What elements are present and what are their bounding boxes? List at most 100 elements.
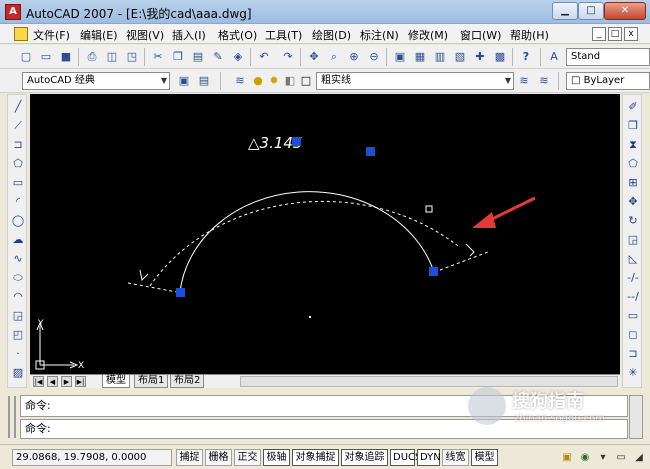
sheet-set-icon[interactable]: ▧ [452,49,468,65]
sun-icon[interactable]: ✹ [266,73,282,89]
explode-icon[interactable]: ✳ [625,365,641,381]
dimension-arc[interactable] [149,200,459,287]
autocad-app-icon[interactable]: A [5,4,21,20]
ellipse-icon[interactable]: ⬭ [10,270,26,286]
coordinate-display[interactable]: 29.0868, 19.7908, 0.0000 [12,449,172,466]
snap-button[interactable]: 捕捉 [176,449,203,466]
fillet-icon[interactable]: ⊐ [625,346,641,362]
undo-icon[interactable]: ↶ [256,49,272,65]
polyline-icon[interactable]: ⊐ [10,137,26,153]
doc-close-button[interactable]: x [624,27,638,41]
rotate-icon[interactable]: ↻ [625,213,641,229]
array-icon[interactable]: ⊞ [625,175,641,191]
otrack-button[interactable]: 对象追踪 [341,449,388,466]
last-tab-icon[interactable]: ▶| [75,376,86,387]
workspace-settings-icon[interactable]: ▣ [176,73,192,89]
cut-icon[interactable]: ✂ [150,49,166,65]
tab-layout1[interactable]: 布局1 [134,375,169,388]
dyn-button[interactable]: DYN [417,449,441,466]
save-icon[interactable]: ■ [58,49,74,65]
text-style-select[interactable]: Stand [566,48,650,66]
workspace-select[interactable]: AutoCAD 经典 ▼ [22,72,170,90]
mirror-icon[interactable]: ⧗ [625,137,641,153]
extension-line-right[interactable] [439,251,489,271]
grid-button[interactable]: 栅格 [205,449,232,466]
tool-palettes-icon[interactable]: ▥ [432,49,448,65]
new-file-icon[interactable]: ▢ [18,49,34,65]
markup-icon[interactable]: ✚ [472,49,488,65]
minimize-button[interactable]: ▁ [552,2,578,20]
calculator-icon[interactable]: ▩ [492,49,508,65]
document-icon[interactable] [14,27,28,41]
lock-icon[interactable]: ◧ [282,73,298,89]
menu-draw[interactable]: 绘图(D) [312,27,351,43]
lineweight-button[interactable]: 线宽 [442,449,469,466]
zoom-previous-icon[interactable]: ⊖ [366,49,382,65]
status-menu-chevron-icon[interactable]: ▾ [596,451,610,464]
menu-format[interactable]: 格式(O) [218,27,257,43]
doc-minimize-button[interactable]: _ [592,27,606,41]
model-button[interactable]: 模型 [471,449,498,466]
tab-layout2[interactable]: 布局2 [170,375,205,388]
lock-toolbar-icon[interactable]: ▣ [560,451,574,464]
drawing-canvas[interactable]: △3.145 Y X [30,94,620,374]
lightbulb-icon[interactable]: ● [250,73,266,89]
break-icon[interactable]: ▭ [625,308,641,324]
point-icon[interactable]: · [10,346,26,362]
clean-screen-icon[interactable]: ▭ [614,451,628,464]
grip-arc-end[interactable] [429,267,438,276]
menu-help[interactable]: 帮助(H) [510,27,549,43]
command-window-grip[interactable] [8,396,16,438]
resize-grip-icon[interactable]: ◢ [632,451,646,464]
maximize-button[interactable]: □ [578,2,604,20]
pan-icon[interactable]: ✥ [306,49,322,65]
first-tab-icon[interactable]: |◀ [33,376,44,387]
menu-window[interactable]: 窗口(W) [460,27,501,43]
match-properties-icon[interactable]: ✎ [210,49,226,65]
stretch-icon[interactable]: ◺ [625,251,641,267]
extend-icon[interactable]: --/ [625,289,641,305]
polygon-icon[interactable]: ⬠ [10,156,26,172]
scale-icon[interactable]: ◲ [625,232,641,248]
construction-line-icon[interactable]: ⟋ [10,118,26,134]
ducs-button[interactable]: DUCS [390,449,421,466]
paste-icon[interactable]: ▤ [190,49,206,65]
prev-tab-icon[interactable]: ◀ [47,376,58,387]
copy-icon[interactable]: ❐ [170,49,186,65]
communication-center-icon[interactable]: ◉ [578,451,592,464]
extension-line-left[interactable] [127,282,183,294]
revision-cloud-icon[interactable]: ☁ [10,232,26,248]
move-icon[interactable]: ✥ [625,194,641,210]
print-preview-icon[interactable]: ◫ [104,49,120,65]
erase-icon[interactable]: ✐ [625,99,641,115]
trim-icon[interactable]: -/- [625,270,641,286]
close-button[interactable]: ✕ [604,2,646,20]
offset-icon[interactable]: ⬠ [625,156,641,172]
tab-model[interactable]: 模型 [102,375,130,388]
grip-dimension-arc[interactable] [366,147,375,156]
color-select[interactable]: □ ByLayer [566,72,650,90]
print-icon[interactable]: ⎙ [84,49,100,65]
copy-object-icon[interactable]: ❐ [625,118,641,134]
make-current-layer-icon[interactable]: ≋ [516,73,532,89]
rectangle-icon[interactable]: ▭ [10,175,26,191]
zoom-window-icon[interactable]: ⊕ [346,49,362,65]
help-icon[interactable]: ? [518,49,534,65]
make-block-icon[interactable]: ◰ [10,327,26,343]
ellipse-arc-icon[interactable]: ◠ [10,289,26,305]
menu-view[interactable]: 视图(V) [126,27,164,43]
menu-file[interactable]: 文件(F) [33,27,70,43]
layer-previous-icon[interactable]: ≋ [536,73,552,89]
publish-icon[interactable]: ◳ [124,49,140,65]
menu-dimension[interactable]: 标注(N) [360,27,399,43]
arc-icon[interactable]: ◜ [10,194,26,210]
command-scrollbar[interactable] [629,395,643,439]
open-file-icon[interactable]: ▭ [38,49,54,65]
menu-tools[interactable]: 工具(T) [265,27,302,43]
layer-select[interactable]: 粗实线 ▼ [316,72,514,90]
spline-icon[interactable]: ∿ [10,251,26,267]
menu-modify[interactable]: 修改(M) [408,27,448,43]
circle-icon[interactable]: ◯ [10,213,26,229]
redo-icon[interactable]: ↷ [280,49,296,65]
block-editor-icon[interactable]: ◈ [230,49,246,65]
